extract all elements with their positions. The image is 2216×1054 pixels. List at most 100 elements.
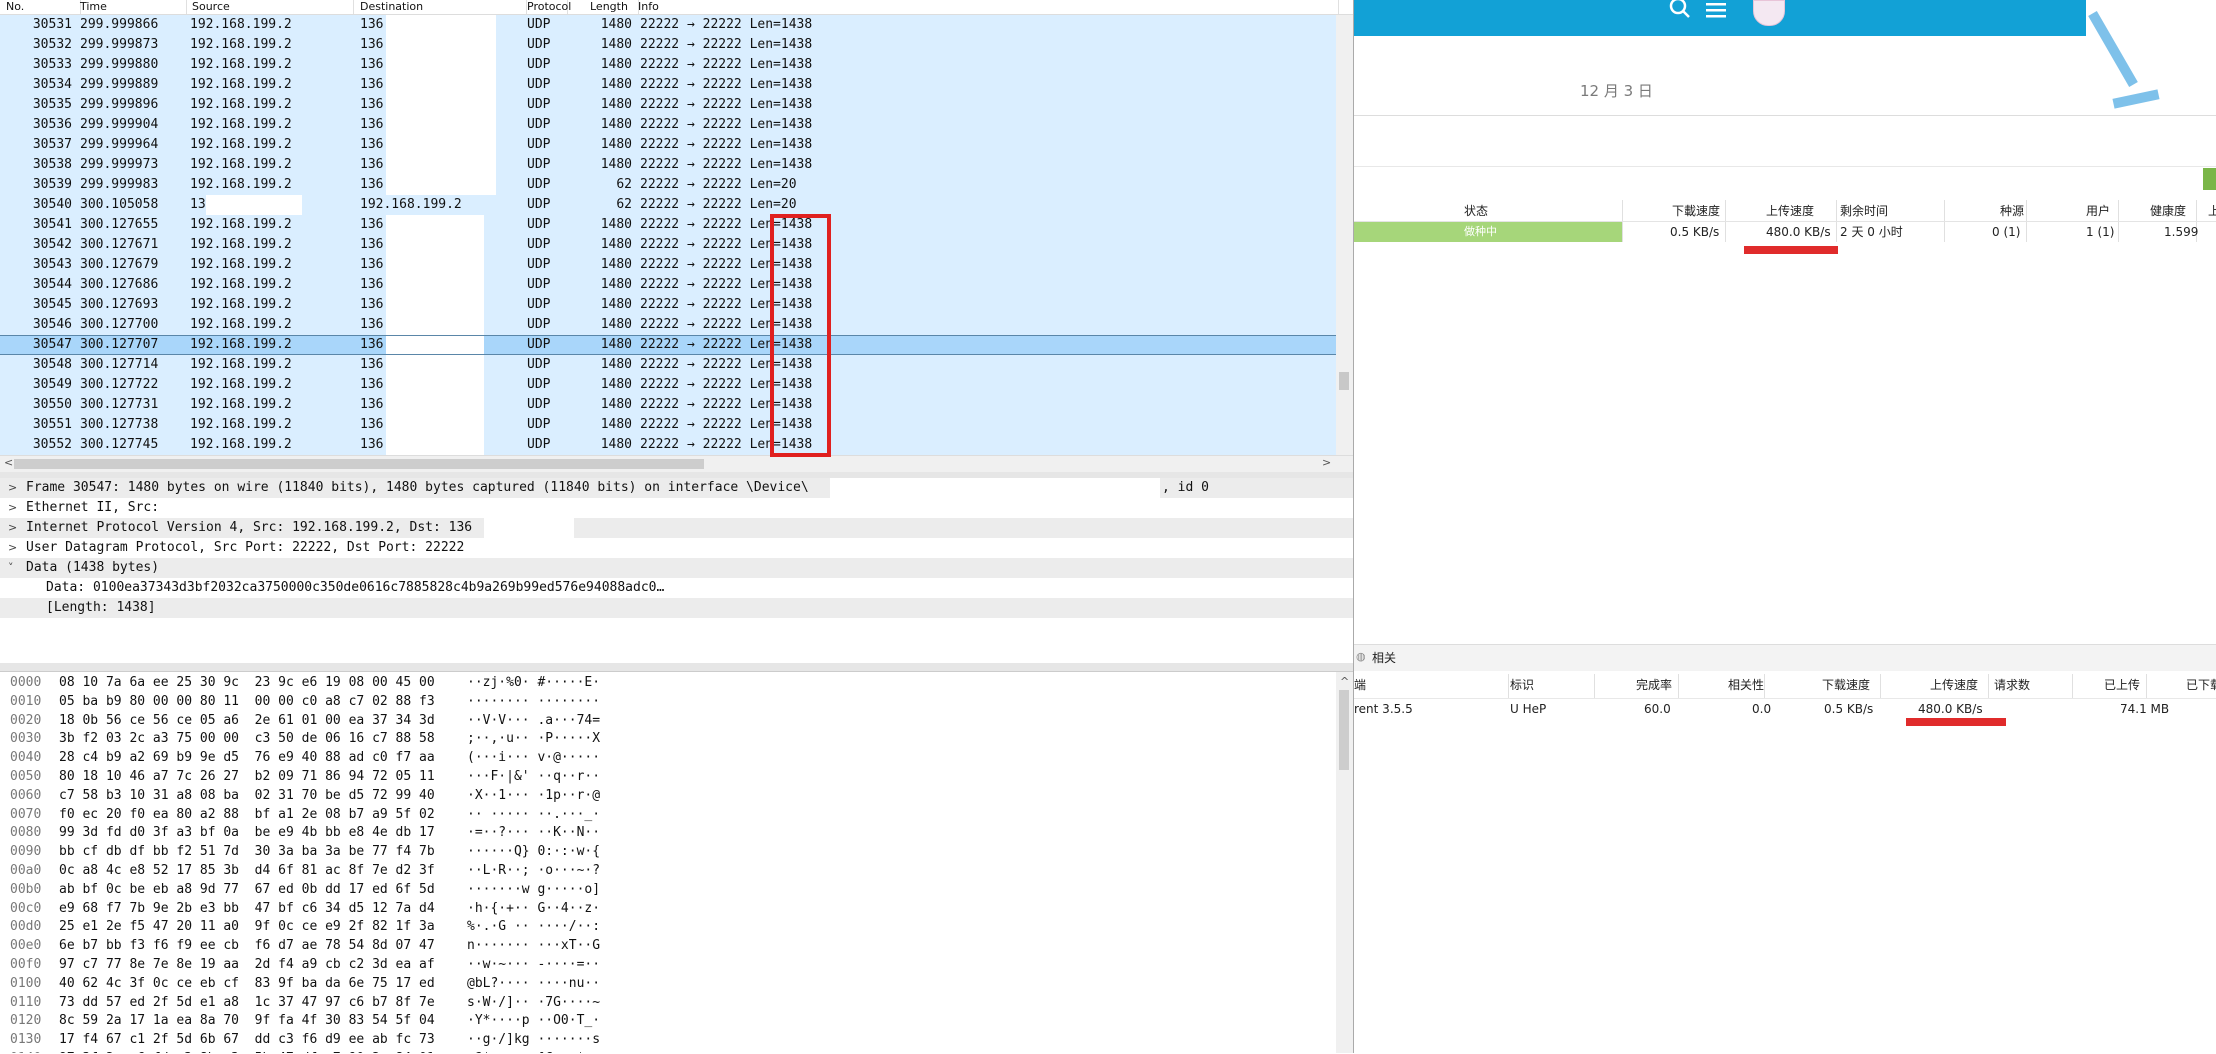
packet-row[interactable]: 30540 300.105058 136 192.168.199.2 UDP 62 2222… (0, 195, 1336, 215)
hex-line[interactable]: 00e0 6e b7 bb f3 f6 f9 ee cb f6 d7 ae 78 … (0, 936, 1336, 956)
hex-line[interactable]: 00d0 25 e1 2e f5 47 20 11 a0 9f 0c ce e9 … (0, 917, 1336, 937)
detail-tree-item[interactable]: > User Datagram Protocol, Src Port: 22222… (0, 538, 1353, 558)
packet-list-vscroll-thumb[interactable] (1339, 372, 1349, 390)
col-length[interactable]: Length (584, 0, 639, 14)
hex-line[interactable]: 0100 40 62 4c 3f 0c ce eb cf 83 9f ba da … (0, 974, 1336, 994)
packet-row[interactable]: 30538 299.999973 192.168.199.2 136 UDP 1480 22… (0, 155, 1336, 175)
chevron-right-icon[interactable]: > (8, 538, 17, 558)
hex-line[interactable]: 0060 c7 58 b3 10 31 a8 08 ba 02 31 70 be … (0, 786, 1336, 806)
hex-line[interactable]: 0070 f0 ec 20 f0 ea 80 a2 88 bf a1 2e 08 … (0, 805, 1336, 825)
hex-line[interactable]: 0080 99 3d fd d0 3f a3 bf 0a be e9 4b bb … (0, 823, 1336, 843)
packet-row[interactable]: 30539 299.999983 192.168.199.2 136 UDP 62 2222… (0, 175, 1336, 195)
header-flags[interactable]: 标识 (1510, 674, 1534, 696)
hex-line[interactable]: 00b0 ab bf 0c be eb a8 9d 77 67 ed 0b dd … (0, 880, 1336, 900)
col-source[interactable]: Source (186, 0, 354, 14)
tab-related[interactable]: 相关 (1372, 648, 1396, 668)
header-eta[interactable]: 剩余时间 (1840, 200, 1888, 222)
detail-field[interactable]: Data: 0100ea37343d3bf2032ca3750000c350de… (0, 578, 1353, 598)
packet-row[interactable]: 30545 300.127693 192.168.199.2 136 UDP 1480 22… (0, 295, 1336, 315)
packet-row[interactable]: 30541 300.127655 192.168.199.2 136 UDP 1480 22… (0, 215, 1336, 235)
col-no[interactable]: No. (0, 0, 81, 14)
header-relevance[interactable]: 相关性 (1728, 674, 1764, 696)
hex-line[interactable]: 0090 bb cf db df bb f2 51 7d 30 3a ba 3a … (0, 842, 1336, 862)
packet-row[interactable]: 30536 299.999904 192.168.199.2 136 UDP 1480 22… (0, 115, 1336, 135)
hex-line[interactable]: 0020 18 0b 56 ce 56 ce 05 a6 2e 61 01 00 … (0, 711, 1336, 731)
hex-hex: 73 dd 57 ed 2f 5d e1 a8 1c 37 47 97 c6 b… (59, 994, 435, 1010)
packet-row[interactable]: 30537 299.999964 192.168.199.2 136 UDP 1480 22… (0, 135, 1336, 155)
detail-field[interactable]: [Length: 1438] (0, 598, 1353, 618)
header-health[interactable]: 健康度 (2150, 200, 2186, 222)
packet-row[interactable]: 30550 300.127731 192.168.199.2 136 UDP 1480 22… (0, 395, 1336, 415)
col-info[interactable]: Info (632, 0, 1339, 14)
packet-row[interactable]: 30532 299.999873 192.168.199.2 136 UDP 1480 22… (0, 35, 1336, 55)
chevron-right-icon[interactable]: > (8, 498, 17, 518)
packet-row[interactable]: 30549 300.127722 192.168.199.2 136 UDP 1480 22… (0, 375, 1336, 395)
packet-row[interactable]: 30546 300.127700 192.168.199.2 136 UDP 1480 22… (0, 315, 1336, 335)
packet-proto: UDP (527, 417, 551, 432)
detail-tree-item[interactable]: > Frame 30547: 1480 bytes on wire (11840 … (0, 478, 1353, 498)
packet-row[interactable]: 30535 299.999896 192.168.199.2 136 UDP 1480 22… (0, 95, 1336, 115)
packet-no: 30542 (32, 237, 72, 252)
header-uploaded[interactable]: 已上传 (2104, 674, 2140, 696)
bytes-vscroll-thumb[interactable] (1339, 690, 1349, 770)
packet-row[interactable]: 30531 299.999866 192.168.199.2 136 UDP 1480 22… (0, 15, 1336, 35)
packet-time: 300.127686 (80, 277, 159, 292)
header-downloaded[interactable]: 已下载 (2186, 674, 2216, 696)
col-time[interactable]: Time (74, 0, 187, 14)
chevron-down-icon[interactable]: ˅ (8, 558, 14, 578)
hex-line[interactable]: 0040 28 c4 b9 a2 69 b9 9e d5 76 e9 40 88 … (0, 748, 1336, 768)
header-done[interactable]: 完成率 (1636, 674, 1672, 696)
hex-line[interactable]: 0110 73 dd 57 ed 2f 5d e1 a8 1c 37 47 97 … (0, 993, 1336, 1013)
packet-row[interactable]: 30533 299.999880 192.168.199.2 136 UDP 1480 22… (0, 55, 1336, 75)
hex-line[interactable]: 0010 05 ba b9 80 00 00 80 11 00 00 c0 a8 … (0, 692, 1336, 712)
pin-icon[interactable]: ◍ (1356, 650, 1366, 663)
scroll-right-icon[interactable]: > (1322, 456, 1331, 469)
scroll-up-icon[interactable]: ^ (1340, 675, 1349, 688)
col-destination[interactable]: Destination (354, 0, 527, 14)
packet-time: 300.127655 (80, 217, 159, 232)
packet-details[interactable]: > Frame 30547: 1480 bytes on wire (11840 … (0, 478, 1353, 663)
packet-row[interactable]: 30548 300.127714 192.168.199.2 136 UDP 1480 22… (0, 355, 1336, 375)
packet-row[interactable]: 30544 300.127686 192.168.199.2 136 UDP 1480 22… (0, 275, 1336, 295)
search-icon[interactable] (1668, 0, 1692, 20)
packet-row[interactable]: 30542 300.127671 192.168.199.2 136 UDP 1480 22… (0, 235, 1336, 255)
hex-line[interactable]: 00a0 0c a8 4c e8 52 17 85 3b d4 6f 81 ac … (0, 861, 1336, 881)
hex-line[interactable]: 0140 97 3f 2a c6 fd a3 8b e3 5b 47 df c7 … (0, 1049, 1336, 1053)
packet-list-hscroll-thumb[interactable] (14, 459, 704, 469)
hex-line[interactable]: 00c0 e9 68 f7 7b 9e 2b e3 bb 47 bf c6 34 … (0, 899, 1336, 919)
header-seeds[interactable]: 种源 (2000, 200, 2024, 222)
chevron-right-icon[interactable]: > (8, 518, 17, 538)
packet-row[interactable]: 30534 299.999889 192.168.199.2 136 UDP 1480 22… (0, 75, 1336, 95)
chevron-right-icon[interactable]: > (8, 478, 17, 498)
hex-line[interactable]: 0050 80 18 10 46 a7 7c 26 27 b2 09 71 86 … (0, 767, 1336, 787)
pane-splitter[interactable] (0, 663, 1353, 672)
hex-line[interactable]: 0120 8c 59 2a 17 1a ea 8a 70 9f fa 4f 30 … (0, 1011, 1336, 1031)
detail-tree-item[interactable]: > Internet Protocol Version 4, Src: 192.1… (0, 518, 1353, 538)
hex-line[interactable]: 0000 08 10 7a 6a ee 25 30 9c 23 9c e6 19 … (0, 673, 1336, 693)
packet-no: 30550 (32, 397, 72, 412)
packet-row[interactable]: 30552 300.127745 192.168.199.2 136 UDP 1480 22… (0, 435, 1336, 455)
packet-bytes[interactable]: 0000 08 10 7a 6a ee 25 30 9c 23 9c e6 19 … (0, 672, 1336, 1053)
menu-icon[interactable] (1706, 2, 1728, 18)
hex-line[interactable]: 00f0 97 c7 77 8e 7e 8e 19 aa 2d f4 a9 cb … (0, 955, 1336, 975)
packet-row[interactable]: 30547 300.127707 192.168.199.2 136 UDP 1480 22… (0, 335, 1336, 355)
scroll-left-icon[interactable]: < (4, 456, 13, 469)
header-peer-upload-speed[interactable]: 上传速度 (1930, 674, 1978, 696)
header-upload-truncated[interactable]: 上 (2208, 200, 2216, 222)
header-peer-download-speed[interactable]: 下载速度 (1822, 674, 1870, 696)
header-requests[interactable]: 请求数 (1994, 674, 2030, 696)
packet-row[interactable]: 30543 300.127679 192.168.199.2 136 UDP 1480 22… (0, 255, 1336, 275)
header-status[interactable]: 状态 (1464, 200, 1488, 222)
header-peers[interactable]: 用户 (2086, 200, 2110, 222)
header-client[interactable]: 端 (1354, 674, 1366, 696)
detail-tree-item[interactable]: ˅ Data (1438 bytes) (0, 558, 1353, 578)
col-protocol[interactable]: Protocol (521, 0, 571, 14)
packet-list[interactable]: 30531 299.999866 192.168.199.2 136 UDP 1480 22… (0, 15, 1336, 455)
header-download-speed[interactable]: 下載速度 (1672, 200, 1720, 222)
hex-line[interactable]: 0030 3b f2 03 2c a3 75 00 00 c3 50 de 06 … (0, 729, 1336, 749)
packet-row[interactable]: 30551 300.127738 192.168.199.2 136 UDP 1480 22… (0, 415, 1336, 435)
hex-line[interactable]: 0130 17 f4 67 c1 2f 5d 6b 67 dd c3 f6 d9 … (0, 1030, 1336, 1050)
detail-tabs-bar (1354, 644, 2216, 672)
hex-asc: ·X··1··· ·1p··r·@ (467, 787, 601, 803)
header-upload-speed[interactable]: 上传速度 (1766, 200, 1814, 222)
